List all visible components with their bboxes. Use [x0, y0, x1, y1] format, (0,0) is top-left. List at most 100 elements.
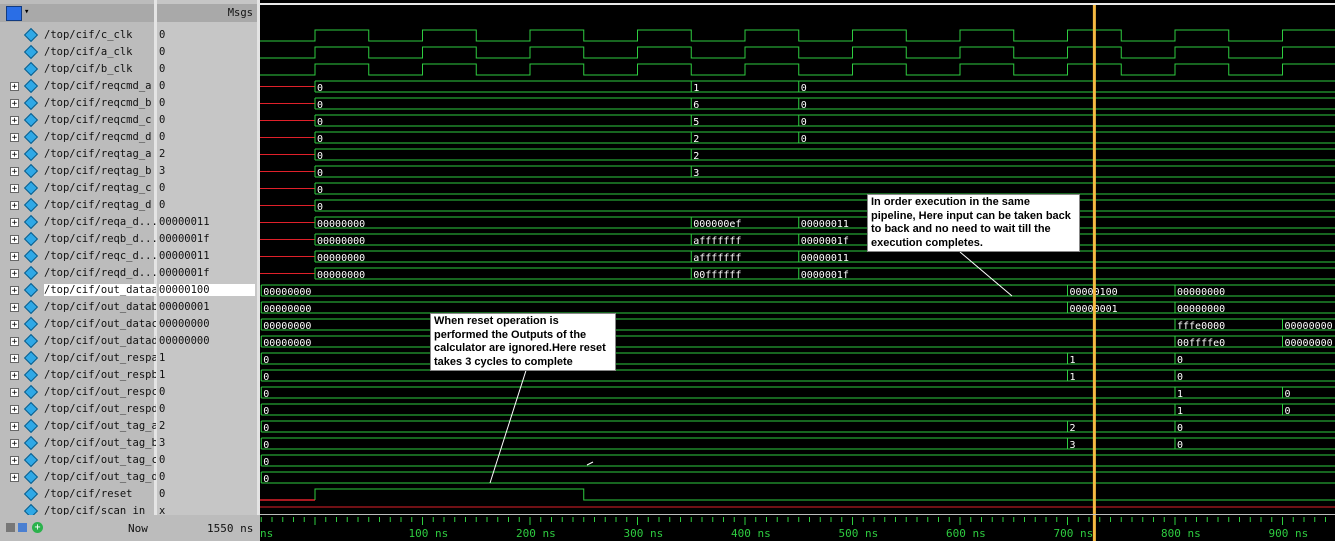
signal-row[interactable]: + /top/cif/out_dataa 00000100 — [0, 282, 257, 299]
signal-value: 0000001f — [159, 267, 210, 279]
signal-row[interactable]: + /top/cif/reqtag_b 3 — [0, 163, 257, 180]
signal-row[interactable]: + /top/cif/reqcmd_d 0 — [0, 129, 257, 146]
reset-note-line: takes 3 cycles to complete — [434, 355, 573, 368]
wave-top-border — [260, 3, 1335, 5]
signal-row[interactable]: + /top/cif/out_tag_b 3 — [0, 435, 257, 452]
signal-row[interactable]: /top/cif/reset 0 — [0, 486, 257, 503]
expand-icon[interactable]: + — [10, 218, 19, 228]
signal-row[interactable]: + /top/cif/out_datac 00000000 — [0, 316, 257, 333]
signal-row[interactable]: /top/cif/b_clk 0 — [0, 61, 257, 78]
signal-value: 0 — [159, 29, 166, 41]
expand-icon[interactable]: + — [10, 337, 19, 347]
signal-value: 00000000 — [159, 318, 210, 330]
expand-icon[interactable]: + — [10, 133, 19, 143]
signal-name: /top/cif/out_datab — [44, 301, 156, 313]
signal-row[interactable]: /top/cif/c_clk 0 — [0, 27, 257, 44]
expand-icon[interactable]: + — [10, 473, 19, 483]
signal-row[interactable]: + /top/cif/out_tag_c 0 — [0, 452, 257, 469]
signal-row[interactable]: + /top/cif/reqtag_c 0 — [0, 180, 257, 197]
wave-tree-icon[interactable] — [6, 6, 22, 21]
expand-icon[interactable]: + — [10, 150, 19, 160]
bus-value-label: 0 — [263, 440, 269, 451]
bus-value-label: 00ffffff — [693, 270, 741, 281]
signal-row[interactable]: /top/cif/a_clk 0 — [0, 44, 257, 61]
signal-row[interactable]: + /top/cif/reqb_d... 0000001f — [0, 231, 257, 248]
signal-row[interactable]: + /top/cif/reqc_d... 00000011 — [0, 248, 257, 265]
expand-icon[interactable]: + — [10, 269, 19, 279]
signal-diamond-icon — [23, 197, 39, 213]
expand-icon[interactable]: + — [10, 82, 19, 92]
signal-row[interactable]: + /top/cif/reqtag_a 2 — [0, 146, 257, 163]
signal-diamond-icon — [23, 282, 39, 298]
signal-name: /top/cif/reqcmd_a — [44, 80, 152, 92]
signal-row[interactable]: + /top/cif/reqcmd_c 0 — [0, 112, 257, 129]
signal-row[interactable]: + /top/cif/out_tag_a 2 — [0, 418, 257, 435]
bus-value-label: 00000000 — [263, 338, 311, 349]
bus-value-label: 0 — [317, 185, 323, 196]
signal-diamond-icon — [23, 163, 39, 179]
bus-value-label: 0 — [263, 474, 269, 485]
signal-row[interactable]: + /top/cif/out_tag_d 0 — [0, 469, 257, 486]
expand-icon[interactable]: + — [10, 167, 19, 177]
bus-value-label: 00000000 — [263, 304, 311, 315]
waveform-canvas[interactable]: 0 1 00 6 00 5 00 2 00 20 30000000000 000000ef 000000… — [260, 0, 1335, 515]
signal-value: 0 — [159, 403, 166, 415]
signal-name: /top/cif/out_tag_c — [44, 454, 156, 466]
edit-icon[interactable] — [18, 523, 27, 532]
signal-row[interactable]: + /top/cif/reqcmd_b 0 — [0, 95, 257, 112]
pipeline-note-line: execution completes. — [871, 236, 983, 249]
signal-row[interactable]: + /top/cif/out_respa 1 — [0, 350, 257, 367]
signal-row[interactable]: + /top/cif/out_datad 00000000 — [0, 333, 257, 350]
time-ruler[interactable]: ns 100 ns 200 ns 300 ns 400 ns 500 ns 600 ns 70… — [260, 515, 1335, 541]
signal-name: /top/cif/out_respa — [44, 352, 156, 364]
add-icon[interactable]: + — [32, 522, 43, 533]
signal-name: /top/cif/reqtag_c — [44, 182, 152, 194]
bus-value-label: 0 — [317, 134, 323, 145]
signal-row[interactable]: + /top/cif/reqd_d... 0000001f — [0, 265, 257, 282]
signal-value: 0 — [159, 386, 166, 398]
signal-row[interactable]: + /top/cif/reqtag_d 0 — [0, 197, 257, 214]
expand-icon[interactable]: + — [10, 116, 19, 126]
signal-name: /top/cif/reqtag_a — [44, 148, 152, 160]
signal-value: 3 — [159, 437, 166, 449]
bus-value-label: 0 — [1285, 389, 1291, 400]
bus-value-label: 0 — [317, 117, 323, 128]
lock-icon[interactable] — [6, 523, 15, 532]
bus-value-label: 00000000 — [317, 236, 365, 247]
expand-icon[interactable]: + — [10, 388, 19, 398]
bus-value-label: 0 — [1177, 423, 1183, 434]
expand-icon[interactable]: + — [10, 99, 19, 109]
signal-row[interactable]: + /top/cif/reqcmd_a 0 — [0, 78, 257, 95]
chevron-down-icon[interactable]: ▾ — [24, 7, 29, 17]
expand-icon[interactable]: + — [10, 201, 19, 211]
signal-row[interactable]: + /top/cif/out_datab 00000001 — [0, 299, 257, 316]
expand-icon[interactable]: + — [10, 422, 19, 432]
expand-icon[interactable]: + — [10, 184, 19, 194]
expand-icon[interactable]: + — [10, 303, 19, 313]
signal-row[interactable]: + /top/cif/out_respb 1 — [0, 367, 257, 384]
pipeline-pointer-line — [959, 251, 1013, 297]
bus-value-label: 2 — [693, 151, 699, 162]
signal-name: /top/cif/reqd_d... — [44, 267, 156, 279]
bus-value-label: 0000001f — [801, 236, 849, 247]
signal-row[interactable]: + /top/cif/out_respd 0 — [0, 401, 257, 418]
bus-value-label: 00000000 — [1177, 287, 1225, 298]
signal-diamond-icon — [23, 44, 39, 60]
expand-icon[interactable]: + — [10, 252, 19, 262]
time-cursor-ruler — [1092, 515, 1096, 541]
expand-icon[interactable]: + — [10, 286, 19, 296]
expand-icon[interactable]: + — [10, 439, 19, 449]
expand-icon[interactable]: + — [10, 235, 19, 245]
expand-icon[interactable]: + — [10, 371, 19, 381]
expand-icon[interactable]: + — [10, 456, 19, 466]
signal-name: /top/cif/out_tag_a — [44, 420, 156, 432]
signal-value: 0 — [159, 97, 166, 109]
signal-row[interactable]: + /top/cif/out_respc 0 — [0, 384, 257, 401]
bus-value-label: 00000000 — [263, 321, 311, 332]
bus-value-label: 00000000 — [317, 270, 365, 281]
expand-icon[interactable]: + — [10, 354, 19, 364]
signal-row[interactable]: + /top/cif/reqa_d... 00000011 — [0, 214, 257, 231]
expand-icon[interactable]: + — [10, 405, 19, 415]
signal-value: 0 — [159, 80, 166, 92]
expand-icon[interactable]: + — [10, 320, 19, 330]
